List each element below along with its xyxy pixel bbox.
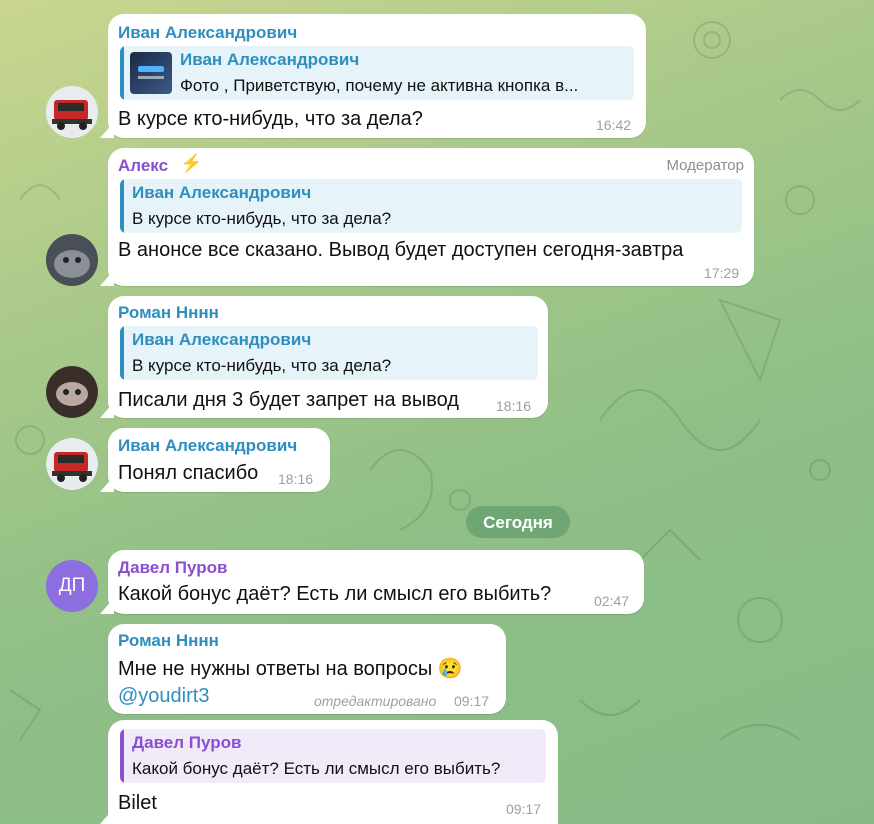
message-text: Понял спасибо (118, 462, 259, 484)
message-bubble[interactable]: Иван Александрович Понял спасибо 18:16 (108, 428, 330, 492)
quote-bar (120, 179, 124, 233)
message-time: 18:16 (278, 471, 314, 487)
sender-name[interactable]: Иван Александрович (118, 436, 297, 456)
message-time: 16:42 (596, 117, 632, 133)
avatar[interactable] (46, 366, 98, 418)
avatar-image (46, 234, 98, 286)
message-time: 02:47 (594, 593, 630, 609)
truck-avatar (46, 86, 98, 138)
quote-bar (120, 326, 124, 380)
avatar[interactable] (46, 438, 98, 490)
message-bubble[interactable]: Роман Нннн Мне не нужны ответы на вопрос… (108, 624, 506, 714)
photo-thumbnail (130, 52, 172, 94)
message-text: Какой бонус даёт? Есть ли смысл его выби… (118, 583, 552, 605)
message-text: Писали дня 3 будет запрет на вывод (118, 389, 459, 411)
reply-sender-name: Иван Александрович (132, 183, 312, 202)
message-time: 09:17 (506, 801, 542, 817)
message-text: Bilet (118, 792, 157, 814)
message-time: 09:17 (454, 693, 490, 709)
reply-sender-name: Иван Александрович (132, 330, 312, 349)
message-text: В курсе кто-нибудь, что за дела? (118, 108, 423, 130)
sender-name[interactable]: Роман Нннн (118, 303, 219, 323)
reply-quote[interactable]: Иван Александрович В курсе кто-нибудь, ч… (120, 326, 538, 380)
message-text: Мне не нужны ответы на вопросы 😢 (118, 658, 463, 680)
edited-label: отредактировано (314, 693, 437, 709)
date-divider-label: Сегодня (483, 513, 553, 532)
sender-name[interactable]: Роман Нннн (118, 631, 219, 651)
message-time: 18:16 (496, 398, 532, 414)
sender-name[interactable]: Алекс (118, 156, 168, 176)
reply-quote[interactable]: Иван Александрович В курсе кто-нибудь, ч… (120, 179, 742, 233)
message-time: 17:29 (704, 265, 740, 281)
sender-name[interactable]: Давел Пуров (118, 558, 227, 578)
mention-link[interactable]: @youdirt3 (118, 685, 209, 708)
sender-name[interactable]: Иван Александрович (118, 23, 297, 43)
message-bubble[interactable]: Давел Пуров Какой бонус даёт? Есть ли см… (108, 550, 644, 614)
reply-quote[interactable]: Давел Пуров Какой бонус даёт? Есть ли см… (120, 729, 546, 783)
reply-quote[interactable]: Иван Александрович Фото , Приветствую, п… (120, 46, 634, 100)
reply-sender-name: Давел Пуров (132, 733, 242, 752)
message-bubble[interactable]: Давел Пуров Какой бонус даёт? Есть ли см… (108, 720, 558, 824)
truck-avatar (46, 438, 98, 490)
avatar[interactable] (46, 86, 98, 138)
avatar-image (46, 366, 98, 418)
reply-text: В курсе кто-нибудь, что за дела? (132, 356, 392, 375)
message-bubble[interactable]: Роман Нннн Иван Александрович В курсе кт… (108, 296, 548, 418)
reply-sender-name: Иван Александрович (180, 50, 360, 69)
avatar[interactable]: ДП (46, 560, 98, 612)
message-bubble[interactable]: Алекс ⚡ Модератор Иван Александрович В к… (108, 148, 754, 286)
avatar-initials: ДП (58, 575, 86, 596)
date-divider: Сегодня (466, 506, 570, 538)
message-bubble[interactable]: Иван Александрович Иван Александрович Фо… (108, 14, 646, 138)
reply-text: Фото , Приветствую, почему не активна кн… (180, 76, 579, 95)
role-label: Модератор (666, 157, 744, 174)
quote-bar (120, 46, 124, 100)
reply-text: Какой бонус даёт? Есть ли смысл его выби… (132, 759, 501, 778)
reply-text: В курсе кто-нибудь, что за дела? (132, 209, 392, 228)
lightning-icon: ⚡ (180, 153, 203, 173)
quote-bar (120, 729, 124, 783)
message-text: В анонсе все сказано. Вывод будет доступ… (118, 239, 684, 261)
avatar[interactable] (46, 234, 98, 286)
